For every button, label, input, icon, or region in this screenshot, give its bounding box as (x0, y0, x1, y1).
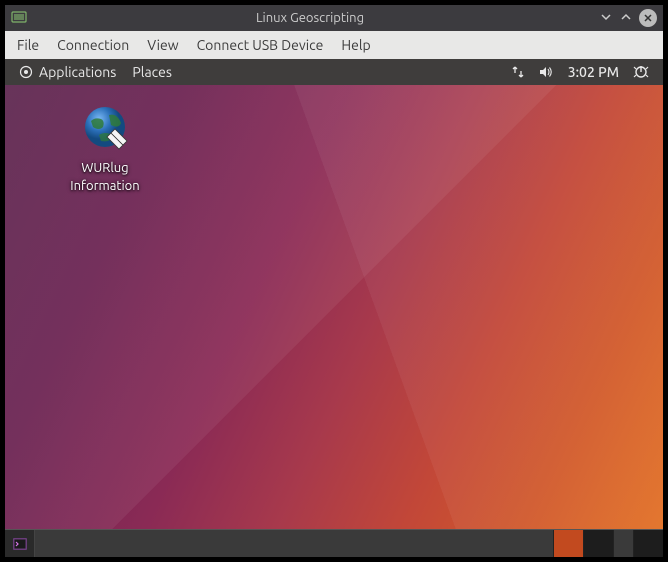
desktop-icon-label: WURlug Information (60, 159, 150, 195)
taskbar (5, 529, 663, 557)
clock[interactable]: 3:02 PM (568, 64, 619, 80)
power-icon[interactable] (633, 64, 649, 80)
vm-titlebar: Linux Geoscripting ✕ (5, 5, 663, 31)
menu-connection[interactable]: Connection (57, 37, 129, 53)
desktop-icon-wurlug[interactable]: WURlug Information (60, 105, 150, 195)
desktop[interactable]: WURlug Information (5, 85, 663, 529)
terminal-icon (12, 536, 28, 552)
workspace-3[interactable] (613, 530, 633, 557)
workspace-2[interactable] (583, 530, 613, 557)
minimize-button[interactable] (599, 10, 613, 27)
vm-app-icon (11, 10, 27, 26)
close-icon: ✕ (639, 9, 657, 27)
globe-icon (81, 105, 129, 153)
icon-label-line2: Information (60, 177, 150, 195)
menu-applications[interactable]: Applications (39, 64, 116, 80)
icon-label-line1: WURlug (60, 159, 150, 177)
menu-view[interactable]: View (147, 37, 178, 53)
guest-top-panel: Applications Places 3:02 PM (5, 59, 663, 85)
taskbar-launcher[interactable] (5, 530, 35, 557)
menu-connect-usb[interactable]: Connect USB Device (197, 37, 324, 53)
close-button[interactable]: ✕ (639, 9, 657, 27)
vm-window: Linux Geoscripting ✕ File Connection Vie… (5, 5, 663, 557)
vm-menubar: File Connection View Connect USB Device … (5, 31, 663, 59)
maximize-button[interactable] (619, 10, 633, 27)
menu-places[interactable]: Places (132, 64, 172, 80)
volume-icon[interactable] (538, 64, 554, 80)
menu-file[interactable]: File (17, 37, 39, 53)
taskbar-track (35, 530, 553, 557)
workspace-1[interactable] (553, 530, 583, 557)
activities-icon[interactable] (19, 65, 33, 79)
window-title: Linux Geoscripting (27, 11, 593, 25)
workspace-4[interactable] (633, 530, 663, 557)
network-icon[interactable] (510, 64, 526, 80)
menu-help[interactable]: Help (341, 37, 370, 53)
